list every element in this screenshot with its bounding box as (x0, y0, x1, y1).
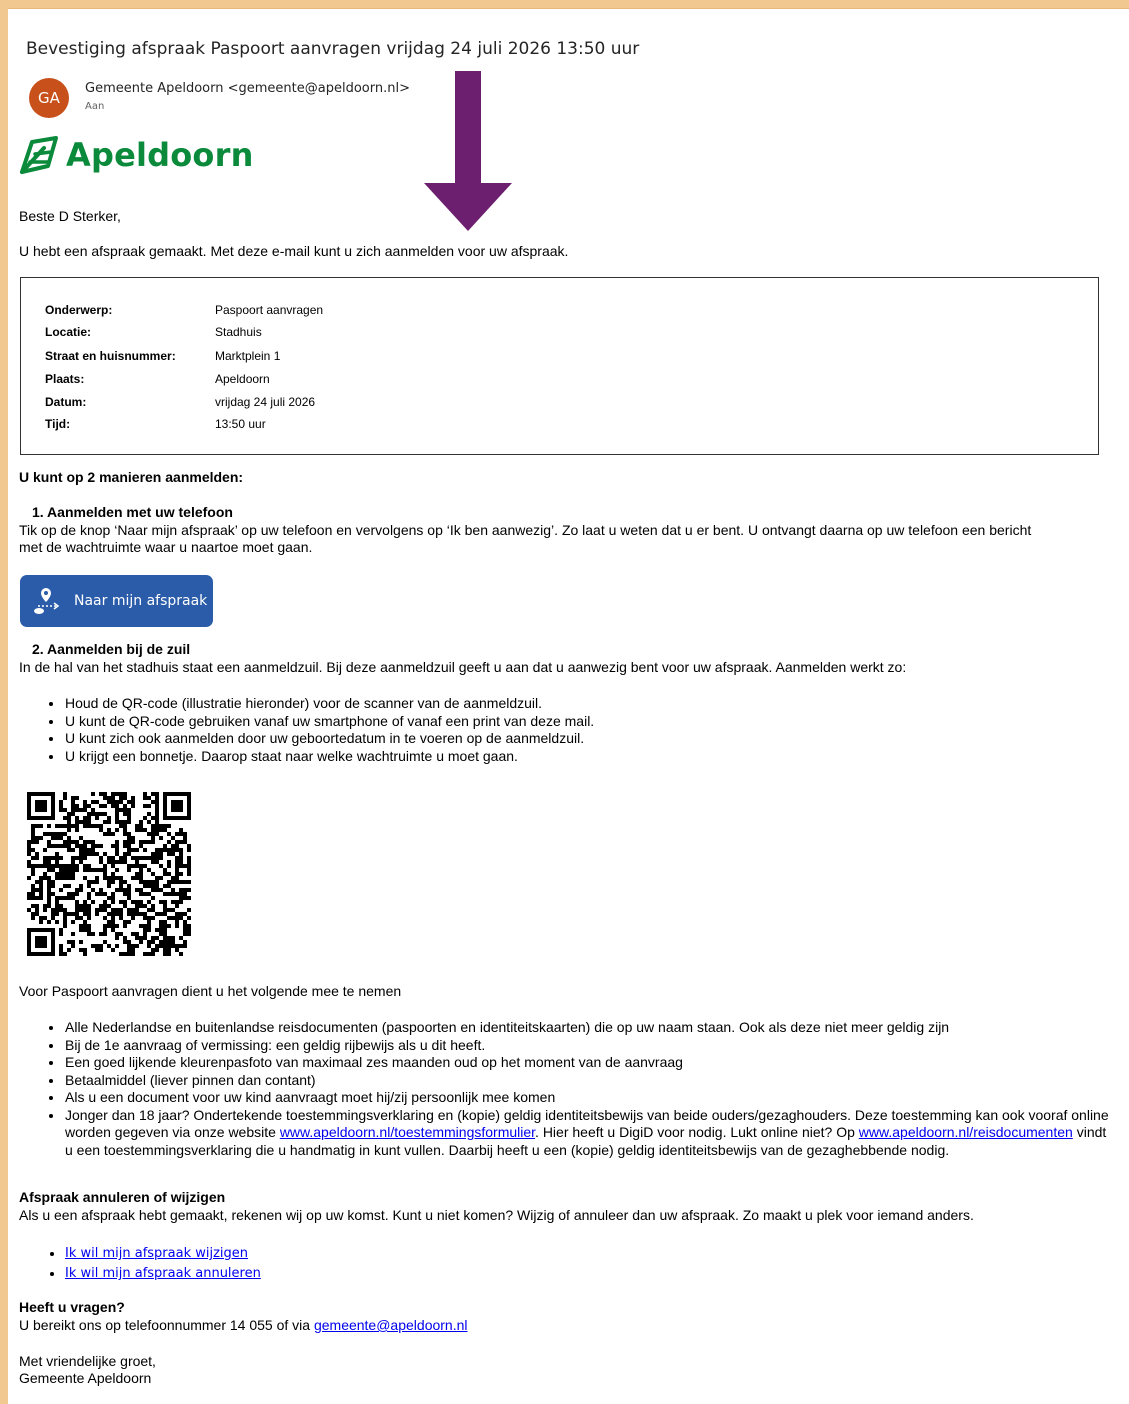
list-item: Als u een document voor uw kind aanvraag… (64, 1089, 1114, 1107)
greeting: Beste D Sterker, (19, 208, 121, 224)
appointment-details: Onderwerp: Paspoort aanvragen Locatie: S… (20, 277, 1099, 455)
detail-value: Paspoort aanvragen (215, 303, 324, 317)
kiosk-text: In de hal van het stadhuis staat een aan… (19, 659, 907, 675)
contact-email-link[interactable]: gemeente@apeldoorn.nl (314, 1317, 468, 1333)
detail-label: Tijd: (45, 417, 71, 431)
cancel-appointment-link[interactable]: Ik wil mijn afspraak annuleren (65, 1266, 261, 1281)
kiosk-heading: 2. Aanmelden bij de zuil (32, 641, 191, 657)
detail-value: Apeldoorn (215, 372, 270, 386)
cancel-text: Als u een afspraak hebt gemaakt, rekenen… (19, 1207, 974, 1223)
appointment-links: Ik wil mijn afspraak wijzigen Ik wil mij… (19, 1244, 261, 1284)
kiosk-steps: Houd de QR-code (illustratie hieronder) … (19, 695, 594, 765)
email-subject: Bevestiging afspraak Paspoort aanvragen … (26, 39, 640, 59)
questions-phone-text: U bereikt ons op telefoonnummer 14 055 o… (19, 1317, 314, 1333)
bring-list: Alle Nederlandse en buitenlandse reisdoc… (19, 1019, 1114, 1159)
travel-documents-link[interactable]: www.apeldoorn.nl/reisdocumenten (859, 1124, 1073, 1140)
cancel-heading: Afspraak annuleren of wijzigen (19, 1189, 226, 1205)
detail-value: Marktplein 1 (215, 349, 281, 363)
list-item: Alle Nederlandse en buitenlandse reisdoc… (64, 1019, 1114, 1037)
my-appointment-label: Naar mijn afspraak (74, 593, 208, 609)
closing-signature: Gemeente Apeldoorn (19, 1370, 152, 1386)
qr-code (27, 792, 191, 956)
intro-text: U hebt een afspraak gemaakt. Met deze e-… (19, 243, 569, 259)
change-appointment-link[interactable]: Ik wil mijn afspraak wijzigen (65, 1246, 248, 1261)
list-item: Betaalmiddel (liever pinnen dan contant) (64, 1072, 1114, 1090)
phone-text-line1: Tik op de knop ‘Naar mijn afspraak’ op u… (19, 522, 1032, 538)
detail-value: 13:50 uur (215, 417, 266, 431)
route-pin-icon (34, 588, 60, 614)
detail-value: Stadhuis (215, 325, 262, 339)
list-item: U krijgt een bonnetje. Daarop staat naar… (64, 748, 594, 766)
list-item: Jonger dan 18 jaar? Ondertekende toestem… (64, 1107, 1114, 1160)
detail-label: Datum: (45, 395, 87, 409)
list-item: Bij de 1e aanvraag of vermissing: een ge… (64, 1037, 1114, 1055)
phone-heading: 1. Aanmelden met uw telefoon (32, 504, 233, 520)
down-arrow-annotation (424, 71, 512, 231)
ways-heading: U kunt op 2 manieren aanmelden: (19, 469, 244, 485)
list-item: Een goed lijkende kleurenpasfoto van max… (64, 1054, 1114, 1072)
consent-text: . Hier heeft u DigiD voor nodig. Lukt on… (535, 1124, 859, 1140)
leaf-icon (20, 136, 58, 174)
phone-text-line2: met de wachtruimte waar u naartoe moet g… (19, 539, 313, 555)
detail-label: Plaats: (45, 372, 85, 386)
bring-intro: Voor Paspoort aanvragen dient u het volg… (19, 983, 402, 999)
questions-text: U bereikt ons op telefoonnummer 14 055 o… (19, 1317, 468, 1334)
detail-label: Onderwerp: (45, 303, 113, 317)
questions-heading: Heeft u vragen? (19, 1299, 125, 1315)
list-item: Ik wil mijn afspraak annuleren (64, 1264, 261, 1284)
closing-greeting: Met vriendelijke groet, (19, 1353, 156, 1369)
consent-form-link[interactable]: www.apeldoorn.nl/toestemmingsformulier (280, 1124, 535, 1140)
sender-address[interactable]: Gemeente Apeldoorn <gemeente@apeldoorn.n… (85, 81, 410, 96)
detail-label: Straat en huisnummer: (45, 349, 176, 363)
detail-value: vrijdag 24 juli 2026 (215, 395, 316, 409)
recipient-label: Aan (85, 101, 105, 112)
qr-modules (27, 792, 191, 956)
logo-text: Apeldoorn (66, 136, 254, 174)
list-item: Houd de QR-code (illustratie hieronder) … (64, 695, 594, 713)
sender-avatar[interactable]: GA (29, 78, 69, 118)
phone-text: Tik op de knop ‘Naar mijn afspraak’ op u… (19, 522, 1119, 556)
list-item: Ik wil mijn afspraak wijzigen (64, 1244, 261, 1264)
list-item: U kunt de QR-code gebruiken vanaf uw sma… (64, 713, 594, 731)
list-item: U kunt zich ook aanmelden door uw geboor… (64, 730, 594, 748)
email-window: Bevestiging afspraak Paspoort aanvragen … (8, 8, 1129, 1404)
apeldoorn-logo: Apeldoorn (18, 134, 254, 176)
detail-label: Locatie: (45, 325, 92, 339)
my-appointment-button[interactable]: Naar mijn afspraak (20, 575, 213, 627)
